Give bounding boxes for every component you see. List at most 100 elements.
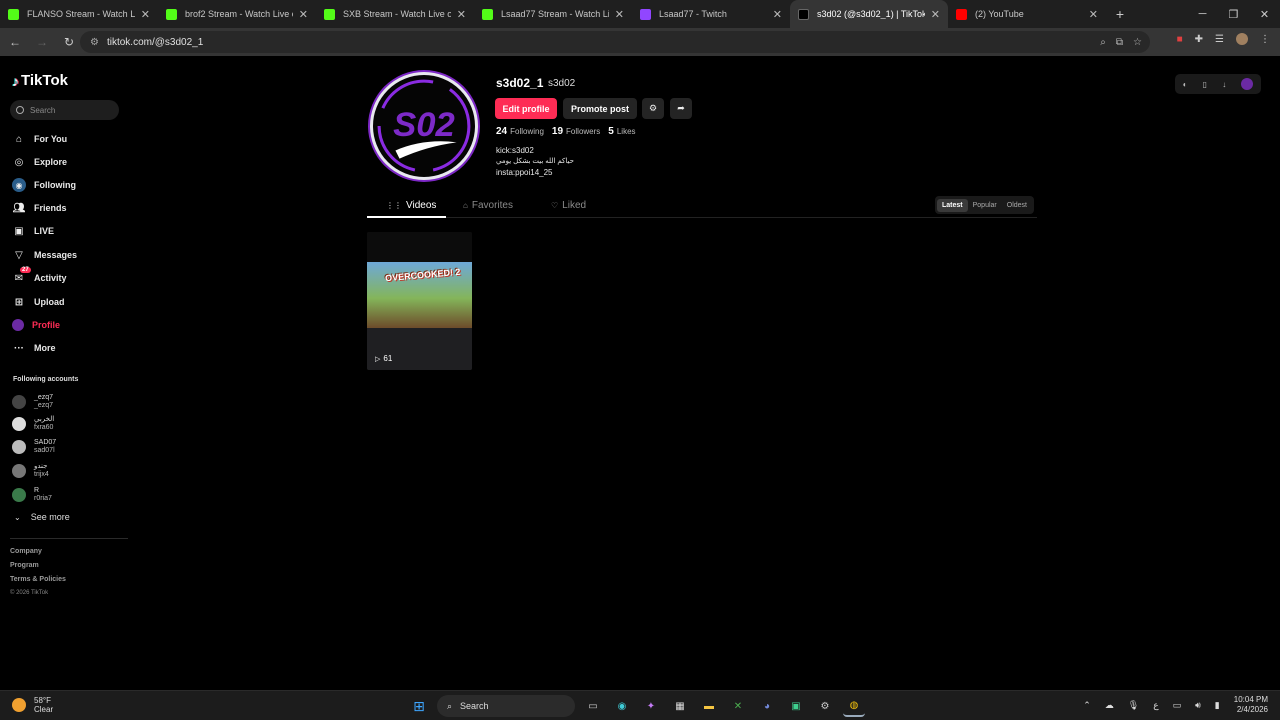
browser-tab-active[interactable]: s3d02 (@s3d02_1) | TikTok ✕ — [790, 0, 948, 28]
windows-start-icon[interactable]: ⊞ — [408, 695, 430, 717]
sort-popular-button[interactable]: Popular — [968, 199, 1002, 212]
tab-search-icon[interactable]: ☰ — [1215, 34, 1224, 45]
promote-post-button[interactable]: Promote post — [563, 98, 637, 119]
close-icon[interactable]: ✕ — [141, 8, 150, 21]
edge-icon[interactable]: ◉ — [611, 695, 633, 717]
search-input[interactable]: Search — [10, 100, 119, 120]
language-icon[interactable]: ع — [1153, 700, 1158, 711]
bookmark-star-icon[interactable]: ☆ — [1133, 37, 1142, 48]
home-icon: ⌂ — [15, 133, 23, 145]
microphone-icon[interactable]: 🎙︎ — [1128, 700, 1139, 711]
file-explorer-icon[interactable]: ▬ — [698, 695, 720, 717]
zoom-icon[interactable]: ⌕ — [1100, 37, 1106, 48]
tab-videos[interactable]: ⋮⋮ Videos — [386, 200, 436, 211]
sidebar: ♪ TikTok Search ⌂ For You ◎ Explore ◉ Fo… — [0, 56, 128, 690]
sidebar-item-messages[interactable]: ▽ Messages — [12, 246, 77, 264]
sidebar-item-upload[interactable]: ⊞ Upload — [12, 293, 65, 311]
likes-count: 5 — [608, 126, 614, 137]
video-thumbnail[interactable]: OVERCOOKED! 2 ▷ 61 — [367, 232, 472, 370]
following-account[interactable]: جندو trijx4 — [12, 463, 49, 479]
xbox-icon[interactable]: ✕ — [727, 695, 749, 717]
following-account[interactable]: SAD07 sad07l — [12, 439, 56, 455]
download-icon[interactable]: ↓ — [1222, 80, 1226, 89]
weather-icon — [12, 698, 26, 712]
close-icon[interactable]: ✕ — [299, 8, 308, 21]
sidebar-item-following[interactable]: ◉ Following — [12, 176, 76, 194]
sidebar-item-live[interactable]: ▣ LIVE — [12, 222, 54, 240]
browser-tab[interactable]: SXB Stream - Watch Live on Ki ✕ — [316, 0, 474, 28]
chevron-up-icon[interactable]: ⌃ — [1083, 700, 1091, 711]
new-tab-button[interactable]: + — [1106, 0, 1134, 28]
close-window-icon[interactable]: ✕ — [1249, 0, 1280, 28]
extensions-puzzle-icon[interactable]: ✚ — [1195, 34, 1203, 45]
stat-followers[interactable]: 19 Followers — [552, 126, 600, 137]
extension-icon[interactable]: ■ — [1177, 34, 1183, 45]
sidebar-item-friends[interactable]: 👥︎ Friends — [12, 199, 67, 217]
close-icon[interactable]: ✕ — [457, 8, 466, 21]
tab-liked[interactable]: ♡ Liked — [551, 200, 586, 211]
settings-button[interactable]: ⚙ — [642, 98, 664, 119]
forward-icon[interactable]: → — [30, 30, 54, 54]
footer-link-program[interactable]: Program — [10, 562, 39, 569]
volume-icon[interactable]: 🔊︎ — [1195, 700, 1201, 711]
edit-profile-button[interactable]: Edit profile — [495, 98, 557, 119]
store-icon[interactable]: ▦ — [669, 695, 691, 717]
site-info-icon[interactable]: ⚙ — [90, 37, 99, 48]
discord-icon[interactable]: ◕ — [756, 695, 778, 717]
close-icon[interactable]: ✕ — [773, 8, 782, 21]
close-icon[interactable]: ✕ — [1089, 8, 1098, 21]
more-icon: ··· — [14, 342, 24, 354]
install-icon[interactable]: ⧉ — [1116, 37, 1123, 48]
task-view-icon[interactable]: ▭ — [582, 695, 604, 717]
restore-icon[interactable]: ❐ — [1218, 0, 1249, 28]
menu-icon[interactable]: ⋮ — [1260, 34, 1270, 45]
sidebar-item-profile[interactable]: Profile — [12, 316, 60, 334]
dark-mode-icon[interactable]: ◐ — [1183, 80, 1188, 89]
sort-latest-button[interactable]: Latest — [937, 198, 968, 212]
avatar[interactable] — [1236, 33, 1248, 45]
chat-app-icon[interactable]: ▣ — [785, 695, 807, 717]
tiktok-logo[interactable]: ♪ TikTok — [12, 72, 68, 89]
following-account[interactable]: Rr0ria7 — [12, 487, 52, 503]
clock[interactable]: 10:04 PM 2/4/2026 — [1234, 695, 1268, 715]
copilot-icon[interactable]: ✦ — [640, 695, 662, 717]
close-icon[interactable]: ✕ — [615, 8, 624, 21]
sidebar-item-label: Activity — [34, 273, 67, 283]
chrome-icon[interactable]: ◍ — [843, 695, 865, 717]
sidebar-item-more[interactable]: ··· More — [12, 339, 56, 357]
settings-app-icon[interactable]: ⚙ — [814, 695, 836, 717]
system-tray: ⌃ ☁ 🎙︎ ع ▭ 🔊︎ ▮ 10:04 PM 2/4/2026 — [1083, 695, 1268, 715]
network-icon[interactable]: ▭ — [1173, 700, 1182, 711]
sidebar-item-activity[interactable]: ✉ 27 Activity — [12, 267, 67, 287]
sort-oldest-button[interactable]: Oldest — [1002, 199, 1032, 212]
share-button[interactable]: ➦ — [670, 98, 692, 119]
following-account[interactable]: الخربي fxra60 — [12, 416, 54, 432]
battery-icon[interactable]: ▮ — [1215, 700, 1220, 711]
sidebar-item-for-you[interactable]: ⌂ For You — [12, 130, 67, 148]
browser-tab[interactable]: Lsaad77 - Twitch ✕ — [632, 0, 790, 28]
see-more-button[interactable]: ⌄ See more — [14, 512, 70, 522]
minimize-icon[interactable]: ─ — [1187, 0, 1218, 28]
onedrive-icon[interactable]: ☁ — [1105, 700, 1114, 711]
weather-widget[interactable]: 58°F Clear — [12, 696, 53, 714]
sidebar-item-explore[interactable]: ◎ Explore — [12, 153, 67, 171]
profile-avatar[interactable]: S02 — [370, 72, 478, 180]
address-bar[interactable]: ⚙ tiktok.com/@s3d02_1 ⌕ ⧉ ☆ — [80, 31, 1150, 53]
device-icon[interactable]: ▯ — [1203, 80, 1207, 89]
avatar[interactable] — [1241, 78, 1254, 90]
footer-link-company[interactable]: Company — [10, 548, 42, 555]
browser-tab[interactable]: FLANSO Stream - Watch Live o ✕ — [0, 0, 158, 28]
close-icon[interactable]: ✕ — [931, 8, 940, 21]
browser-tab[interactable]: (2) YouTube ✕ — [948, 0, 1106, 28]
taskbar-search[interactable]: ⌕ Search — [437, 695, 575, 717]
back-icon[interactable]: ← — [3, 30, 27, 54]
footer-link-terms[interactable]: Terms & Policies — [10, 576, 66, 583]
browser-tab[interactable]: brof2 Stream - Watch Live on K ✕ — [158, 0, 316, 28]
following-account[interactable]: _ezq7 _ezq7 — [12, 394, 53, 410]
browser-tab[interactable]: Lsaad77 Stream - Watch Live o ✕ — [474, 0, 632, 28]
heart-icon: ♡ — [551, 201, 559, 210]
tab-favorites[interactable]: ⌂ Favorites — [463, 200, 513, 211]
reload-icon[interactable]: ↻ — [57, 30, 81, 54]
tab-title: FLANSO Stream - Watch Live o — [27, 9, 135, 19]
stat-following[interactable]: 24 Following — [496, 126, 544, 137]
